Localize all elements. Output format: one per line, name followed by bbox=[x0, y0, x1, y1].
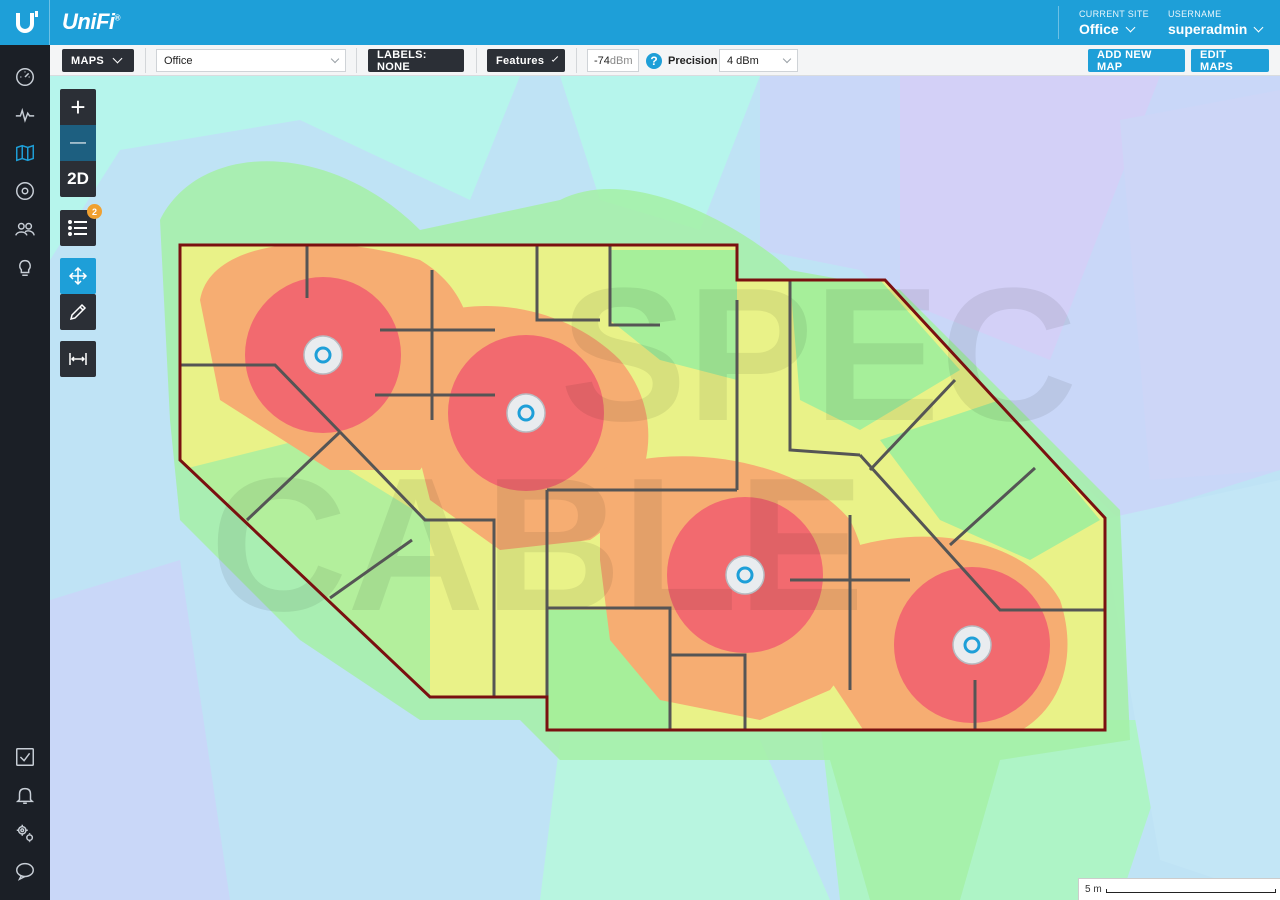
move-icon bbox=[68, 266, 88, 286]
clients-icon[interactable] bbox=[13, 217, 37, 241]
scale-bar bbox=[1106, 889, 1276, 893]
access-point[interactable] bbox=[725, 555, 765, 595]
header-divider bbox=[1058, 6, 1059, 39]
help-icon[interactable]: ? bbox=[646, 49, 662, 72]
heatmap-svg: SPEC CABLE bbox=[50, 76, 1280, 900]
help-glyph: ? bbox=[646, 52, 662, 69]
precision-select[interactable]: 4 dBm bbox=[719, 49, 798, 72]
maps-label: MAPS bbox=[71, 54, 104, 67]
current-site-label: CURRENT SITE bbox=[1079, 9, 1149, 19]
zoom-out-glyph: — bbox=[70, 134, 86, 151]
view-mode-toggle[interactable]: 2D bbox=[60, 161, 96, 197]
list-icon bbox=[68, 220, 87, 236]
chevron-down-icon bbox=[782, 54, 792, 63]
username-selector[interactable]: USERNAME superadmin bbox=[1168, 9, 1264, 37]
access-point[interactable] bbox=[506, 393, 546, 433]
chevron-down-icon bbox=[552, 55, 559, 62]
precision-value: 4 dBm bbox=[727, 54, 759, 67]
devices-icon[interactable] bbox=[13, 179, 37, 203]
heatmap-canvas[interactable]: SPEC CABLE bbox=[50, 76, 1280, 900]
chat-icon[interactable] bbox=[13, 859, 37, 883]
add-new-map-button[interactable]: ADD NEW MAP bbox=[1088, 48, 1185, 73]
watermark-bottom: CABLE bbox=[210, 439, 864, 651]
username-value: superadmin bbox=[1168, 21, 1248, 37]
chevron-down-icon bbox=[1253, 22, 1264, 32]
labels-label: LABELS: NONE bbox=[377, 48, 427, 73]
measure-tool-button[interactable] bbox=[60, 341, 96, 377]
toolbar-divider bbox=[145, 48, 146, 73]
pencil-icon bbox=[69, 303, 87, 321]
scale-label: 5 m bbox=[1085, 884, 1102, 895]
current-site-value: Office bbox=[1079, 21, 1119, 37]
map-icon[interactable] bbox=[13, 141, 37, 165]
dbm-unit: dBm bbox=[609, 54, 633, 67]
zoom-in-glyph: + bbox=[70, 91, 86, 122]
current-site-selector[interactable]: CURRENT SITE Office bbox=[1079, 9, 1149, 37]
map-toolbar: MAPS Office LABELS: NONE Features -74 dBm… bbox=[50, 45, 1280, 76]
move-tool-button[interactable] bbox=[60, 258, 96, 294]
maps-dropdown-button[interactable]: MAPS bbox=[62, 49, 134, 72]
map-scale: 5 m bbox=[1078, 878, 1280, 900]
edit-maps-button[interactable]: EDIT MAPS bbox=[1191, 48, 1269, 73]
map-select[interactable]: Office bbox=[156, 49, 346, 72]
map-select-value: Office bbox=[164, 54, 193, 67]
insights-icon[interactable] bbox=[13, 255, 37, 279]
chevron-down-icon bbox=[1125, 22, 1136, 32]
dbm-value: -74 bbox=[594, 54, 610, 67]
sidebar bbox=[0, 45, 50, 900]
toolbar-divider bbox=[356, 48, 357, 73]
chevron-down-icon bbox=[112, 53, 123, 64]
view-mode-label: 2D bbox=[67, 169, 89, 188]
add-map-label: ADD NEW MAP bbox=[1097, 48, 1152, 73]
dbm-threshold-input[interactable]: -74 dBm bbox=[587, 49, 639, 72]
labels-button[interactable]: LABELS: NONE bbox=[368, 48, 464, 73]
device-list-button[interactable]: 2 bbox=[60, 204, 102, 246]
zoom-out-button[interactable]: — bbox=[60, 125, 96, 161]
access-point[interactable] bbox=[303, 335, 343, 375]
measure-icon bbox=[69, 353, 87, 365]
toolbar-divider bbox=[576, 48, 577, 73]
settings-icon[interactable] bbox=[13, 821, 37, 845]
statistics-icon[interactable] bbox=[13, 103, 37, 127]
toolbar-divider bbox=[476, 48, 477, 73]
draw-tool-button[interactable] bbox=[60, 294, 96, 330]
access-point[interactable] bbox=[952, 625, 992, 665]
events-icon[interactable] bbox=[13, 745, 37, 769]
username-label: USERNAME bbox=[1168, 9, 1222, 19]
chevron-down-icon bbox=[330, 54, 340, 63]
top-bar: UniFi® CURRENT SITE Office USERNAME supe… bbox=[0, 0, 1280, 45]
features-label: Features bbox=[496, 54, 545, 67]
precision-label: Precision bbox=[668, 54, 718, 67]
zoom-in-button[interactable]: + bbox=[60, 89, 96, 125]
ubiquiti-logo-icon[interactable] bbox=[0, 0, 50, 45]
alerts-icon[interactable] bbox=[13, 783, 37, 807]
unifi-brand: UniFi® bbox=[62, 9, 120, 34]
edit-maps-label: EDIT MAPS bbox=[1200, 48, 1233, 73]
dashboard-icon[interactable] bbox=[13, 65, 37, 89]
features-dropdown-button[interactable]: Features bbox=[487, 49, 565, 72]
device-count-badge: 2 bbox=[87, 204, 102, 219]
